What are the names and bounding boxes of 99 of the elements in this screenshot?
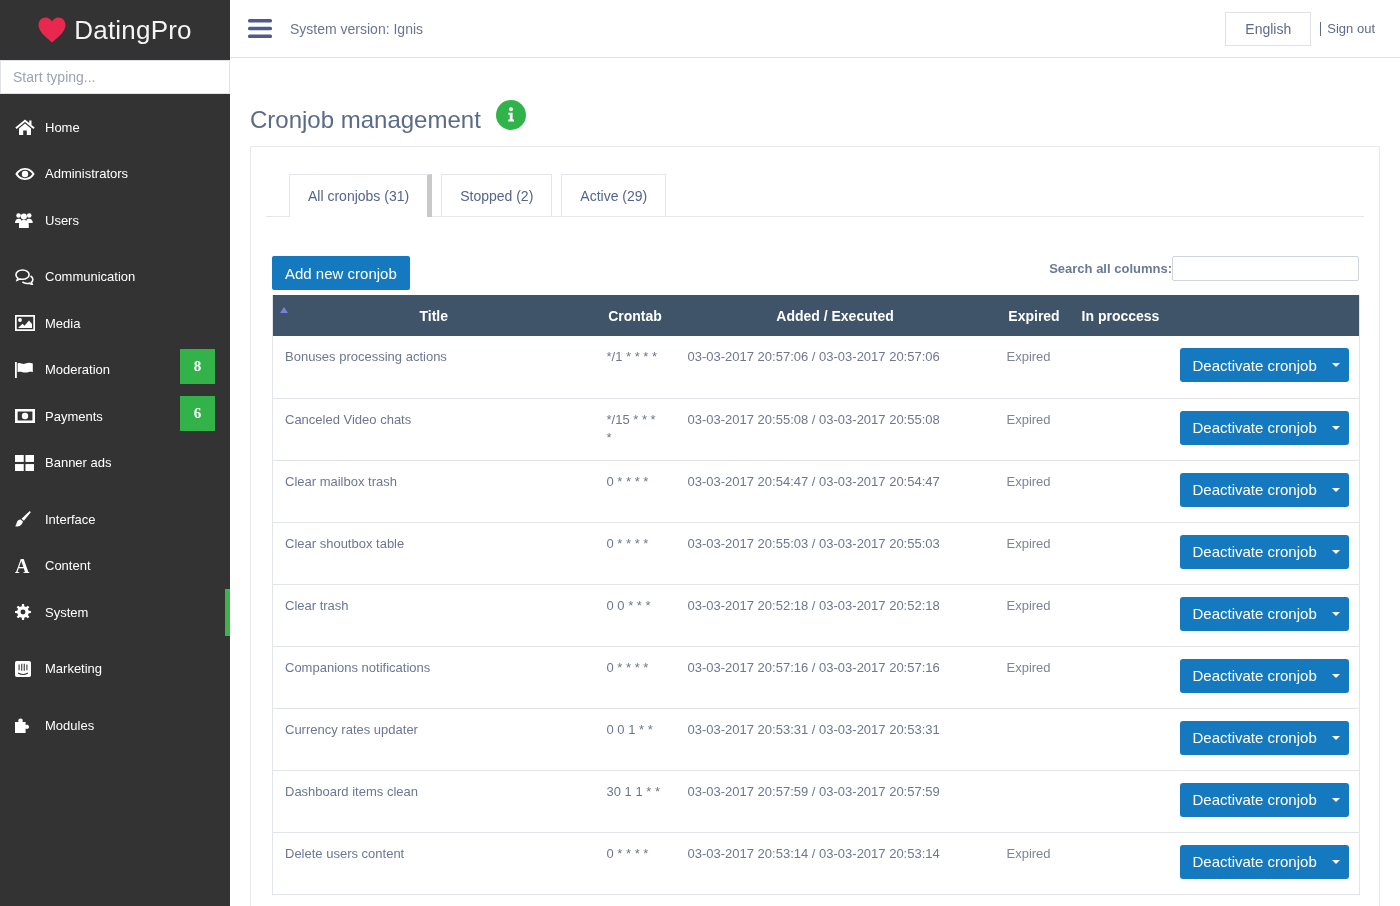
deactivate-button[interactable]: Deactivate cronjob xyxy=(1179,720,1349,755)
menu-icon[interactable] xyxy=(248,19,272,38)
gear-icon xyxy=(15,604,31,621)
deactivate-button[interactable]: Deactivate cronjob xyxy=(1179,596,1349,631)
table-cell: 03-03-2017 20:57:59 / 03-03-2017 20:57:59 xyxy=(675,770,995,832)
table-cell: */15 * * * * xyxy=(594,398,676,460)
sidebar-item[interactable]: Users xyxy=(0,197,230,244)
deactivate-button[interactable]: Deactivate cronjob xyxy=(1179,534,1349,569)
table-cell: Expired xyxy=(994,522,1074,584)
table-cell: 03-03-2017 20:54:47 / 03-03-2017 20:54:47 xyxy=(675,460,995,522)
caret-icon[interactable] xyxy=(1331,363,1340,367)
table-cell: Clear trash xyxy=(272,584,595,646)
table-cell: 03-03-2017 20:57:06 / 03-03-2017 20:57:06 xyxy=(675,336,995,398)
tab[interactable]: Active (29) xyxy=(561,174,667,216)
table-cell: Bonuses processing actions xyxy=(272,336,595,398)
column-header[interactable]: Crontab xyxy=(594,295,676,336)
table-cell: Companions notifications xyxy=(272,646,595,708)
sidebar-item[interactable]: Interface xyxy=(0,496,230,543)
table-cell: 03-03-2017 20:53:31 / 03-03-2017 20:53:31 xyxy=(675,708,995,770)
search-field[interactable]: Start typing... xyxy=(0,60,230,94)
sign-out-link[interactable]: Sign out xyxy=(1320,21,1375,36)
chat-bubbles-icon xyxy=(15,268,34,285)
table-cell: Expired xyxy=(994,336,1074,398)
logo-text: DatingPro xyxy=(74,14,192,46)
deactivate-button[interactable]: Deactivate cronjob xyxy=(1179,348,1349,382)
deactivate-button[interactable]: Deactivate cronjob xyxy=(1179,472,1349,507)
eye-icon xyxy=(15,165,35,182)
deactivate-button[interactable]: Deactivate cronjob xyxy=(1179,410,1349,445)
grid-icon xyxy=(15,454,35,471)
page-title: Cronjob management xyxy=(250,105,481,135)
version-text: System version: Ignis xyxy=(290,20,424,37)
sidebar-item[interactable]: Modules xyxy=(0,702,230,749)
deactivate-button[interactable]: Deactivate cronjob xyxy=(1179,844,1349,879)
table-cell: 03-03-2017 20:53:14 / 03-03-2017 20:53:14 xyxy=(675,832,995,894)
caret-icon[interactable] xyxy=(1331,797,1340,802)
tab[interactable]: All cronjobs (31) xyxy=(289,174,433,217)
table-cell: 0 * * * * xyxy=(594,646,676,708)
table-cell: Delete users content xyxy=(272,832,595,894)
column-header[interactable]: Added / Executed xyxy=(675,295,995,336)
table-cell: 0 * * * * xyxy=(594,832,676,894)
table-cell: 0 * * * * xyxy=(594,460,676,522)
caret-icon[interactable] xyxy=(1331,425,1340,430)
column-header[interactable]: Expired xyxy=(994,295,1074,336)
search-field[interactable] xyxy=(1172,256,1359,281)
table-cell: Expired xyxy=(994,646,1074,708)
sidebar-item[interactable]: System xyxy=(0,589,230,636)
caret-icon[interactable] xyxy=(1331,673,1340,678)
sidebar-item[interactable]: Home xyxy=(0,104,230,151)
puzzle-icon xyxy=(15,717,31,734)
sidebar-item[interactable]: Marketing xyxy=(0,645,230,692)
heart-logo-icon xyxy=(38,17,67,43)
table-cell: Expired xyxy=(994,584,1074,646)
caret-icon[interactable] xyxy=(1331,735,1340,740)
tab[interactable]: Stopped (2) xyxy=(441,174,553,216)
table-cell: 03-03-2017 20:57:16 / 03-03-2017 20:57:16 xyxy=(675,646,995,708)
search-label: Search all columns: xyxy=(1049,261,1172,276)
info-icon[interactable] xyxy=(495,100,526,130)
add-cronjob-button[interactable]: Add new cronjob xyxy=(272,256,410,290)
table-cell: 30 1 1 * * xyxy=(594,770,676,832)
table-cell: Canceled Video chats xyxy=(272,398,595,460)
table-cell: 0 * * * * xyxy=(594,522,676,584)
caret-icon[interactable] xyxy=(1331,487,1340,492)
table-cell: Expired xyxy=(994,398,1074,460)
home-icon xyxy=(15,119,35,136)
count-badge: 8 xyxy=(180,349,215,385)
sidebar-item[interactable]: Banner ads xyxy=(0,439,230,486)
table-cell: Dashboard items clean xyxy=(272,770,595,832)
language-button[interactable]: English xyxy=(1225,11,1312,46)
table-cell: Expired xyxy=(994,832,1074,894)
sidebar-item[interactable]: Payments xyxy=(0,393,180,440)
banknote-icon xyxy=(15,408,35,425)
caret-icon[interactable] xyxy=(1331,859,1340,864)
table-cell: Expired xyxy=(994,460,1074,522)
deactivate-button[interactable]: Deactivate cronjob xyxy=(1179,658,1349,693)
table-cell: Currency rates updater xyxy=(272,708,595,770)
table-cell: 0 0 * * * xyxy=(594,584,676,646)
sidebar-item[interactable]: Communication xyxy=(0,253,230,300)
image-icon xyxy=(15,315,35,332)
caret-icon[interactable] xyxy=(1331,611,1340,616)
column-header[interactable]: In proccess xyxy=(1073,295,1168,336)
column-header[interactable]: Title xyxy=(272,295,595,336)
flag-icon xyxy=(15,361,33,378)
caret-icon[interactable] xyxy=(1331,549,1340,554)
sidebar-item[interactable]: Moderation xyxy=(0,346,180,393)
sidebar-item[interactable]: A Content xyxy=(0,542,230,589)
brush-icon xyxy=(15,511,31,528)
deactivate-button[interactable]: Deactivate cronjob xyxy=(1179,782,1349,817)
font-icon: A xyxy=(15,556,30,575)
table-cell: 03-03-2017 20:55:03 / 03-03-2017 20:55:03 xyxy=(675,522,995,584)
table-cell: Clear mailbox trash xyxy=(272,460,595,522)
table-cell: 03-03-2017 20:52:18 / 03-03-2017 20:52:18 xyxy=(675,584,995,646)
users-icon xyxy=(15,212,33,229)
count-badge: 6 xyxy=(180,395,215,431)
table-cell: 0 0 1 * * xyxy=(594,708,676,770)
table-cell: 03-03-2017 20:55:08 / 03-03-2017 20:55:08 xyxy=(675,398,995,460)
sidebar-item[interactable]: Administrators xyxy=(0,150,230,197)
table-cell: Clear shoutbox table xyxy=(272,522,595,584)
table-cell: */1 * * * * xyxy=(594,336,676,398)
sidebar-item[interactable]: Media xyxy=(0,300,230,347)
